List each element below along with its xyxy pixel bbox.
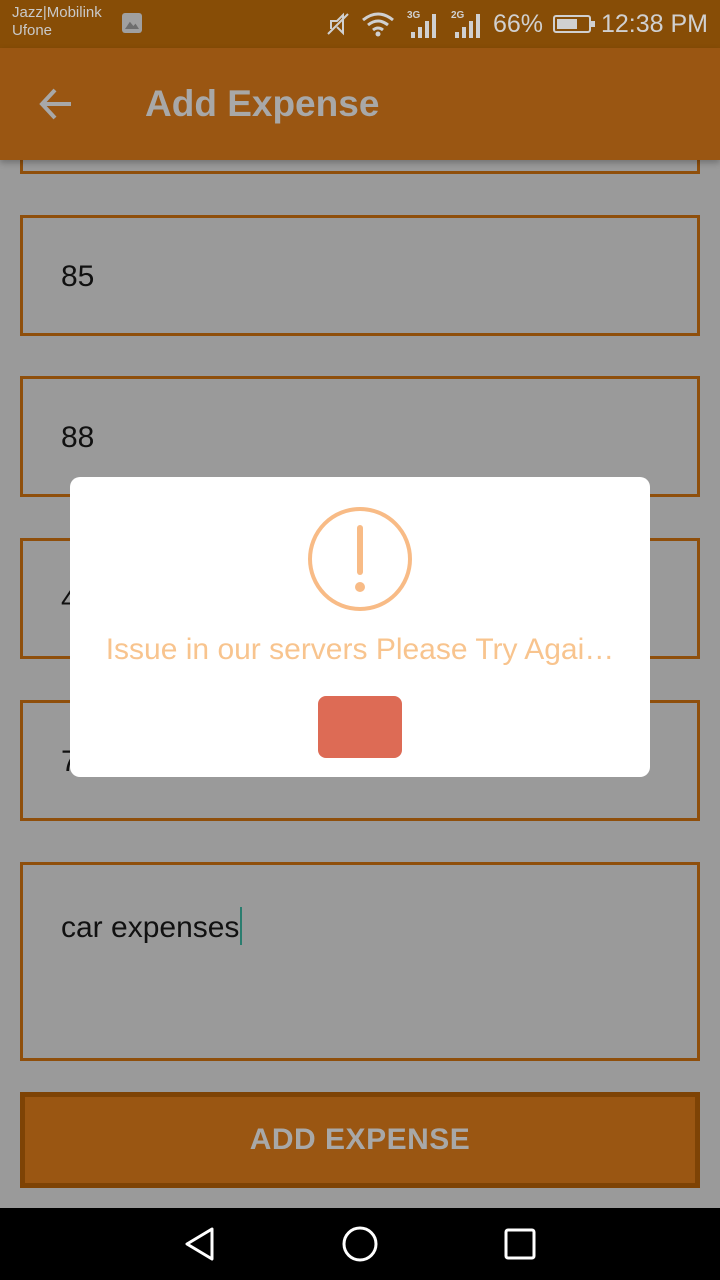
carrier-info: Jazz|Mobilink Ufone [12, 4, 102, 40]
amount-field-1[interactable]: 85 [20, 215, 700, 336]
app-bar: Add Expense [0, 48, 720, 160]
arrow-left-icon [39, 88, 71, 120]
navigation-bar [0, 1208, 720, 1280]
amount-field-1-value: 85 [61, 260, 95, 293]
signal-2g-icon: 2G [451, 10, 480, 38]
warning-circle-icon [308, 507, 412, 611]
dialog-message: Issue in our servers Please Try Agai… [105, 633, 615, 666]
add-expense-button[interactable]: ADD EXPENSE [20, 1092, 700, 1188]
amount-field-2-value: 88 [61, 421, 95, 454]
gallery-notification-icon [122, 13, 142, 33]
status-indicators: 3G 2G 66% 12:38 PM [325, 0, 708, 48]
carrier-line-1: Jazz|Mobilink [12, 4, 102, 21]
status-bar: Jazz|Mobilink Ufone 3G 2G 66% 12:38 PM [0, 0, 720, 48]
battery-icon [552, 15, 595, 33]
mute-icon [327, 12, 349, 36]
carrier-line-2: Ufone [12, 22, 53, 39]
text-cursor [240, 907, 243, 945]
back-button[interactable] [28, 76, 84, 132]
triangle-back-icon [185, 1227, 214, 1261]
nav-back-button[interactable] [178, 1222, 222, 1266]
dialog-confirm-button[interactable] [318, 696, 402, 758]
network-label-2g: 2G [451, 10, 465, 21]
circle-home-icon [342, 1226, 378, 1262]
signal-3g-icon: 3G [407, 10, 436, 38]
wifi-icon [362, 12, 394, 37]
nav-recents-button[interactable] [498, 1222, 542, 1266]
description-field-value: car expenses [61, 907, 243, 945]
nav-home-button[interactable] [338, 1222, 382, 1266]
square-recents-icon [504, 1228, 536, 1260]
description-text: car expenses [61, 911, 240, 944]
network-label-3g: 3G [407, 10, 421, 21]
status-time: 12:38 PM [600, 9, 708, 38]
battery-percentage: 66% [492, 9, 543, 38]
error-dialog: Issue in our servers Please Try Agai… [70, 477, 650, 777]
description-field[interactable]: car expenses [20, 862, 700, 1061]
page-title: Add Expense [145, 83, 380, 124]
